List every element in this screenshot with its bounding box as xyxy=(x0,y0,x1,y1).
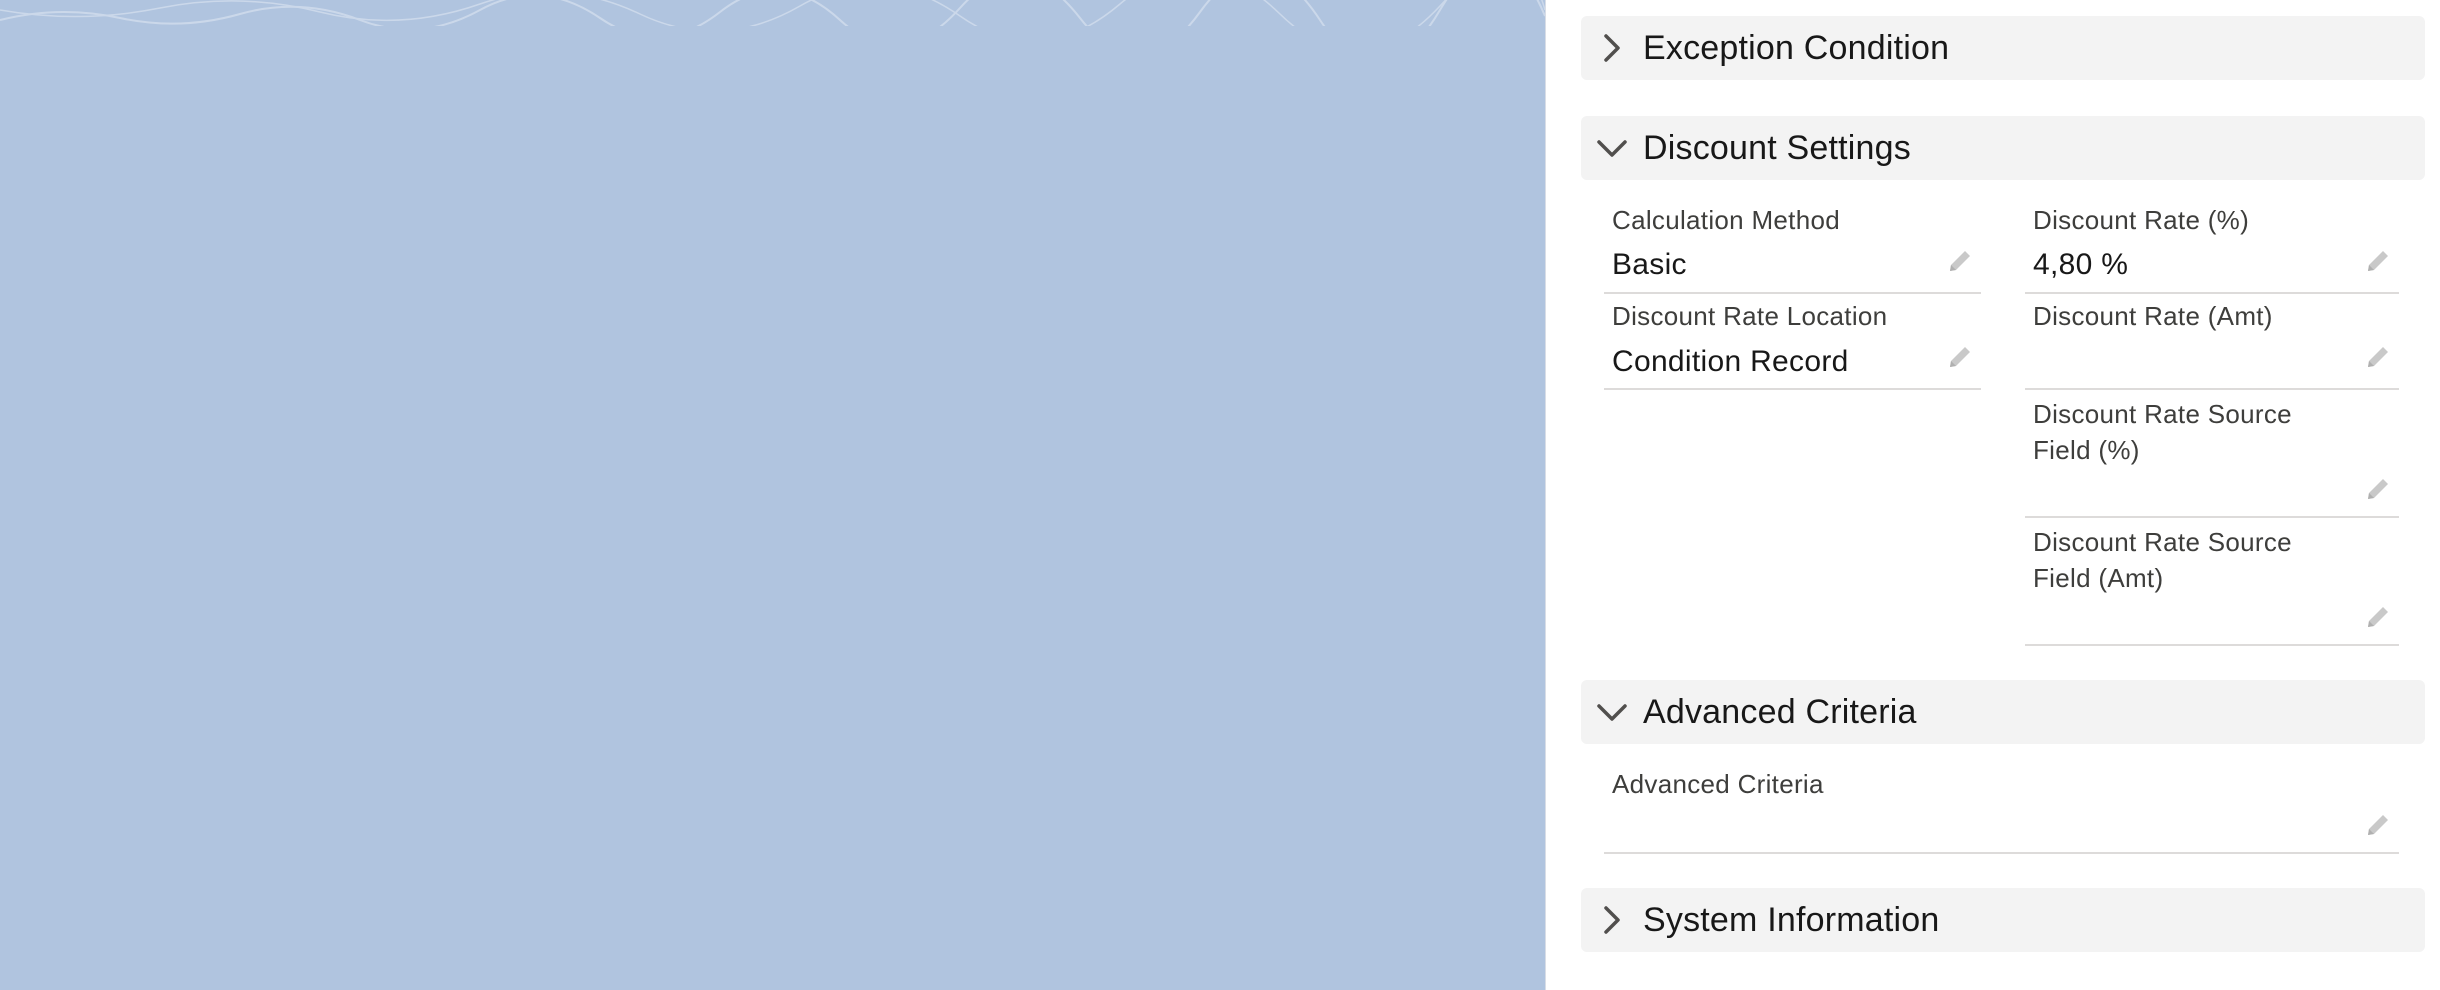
chevron-right-icon xyxy=(1595,31,1629,65)
chevron-right-icon xyxy=(1595,903,1629,937)
field-value: Basic xyxy=(1612,248,1687,281)
section-title: Advanced Criteria xyxy=(1643,692,1917,731)
field-discount-rate-location: Discount Rate Location Condition Record xyxy=(1604,294,1981,390)
pencil-icon[interactable] xyxy=(2363,474,2393,504)
field-value: Condition Record xyxy=(1612,345,1849,378)
background-pattern xyxy=(0,0,1545,26)
field-advanced-criteria: Advanced Criteria xyxy=(1604,760,2399,854)
field-discount-rate-amt: Discount Rate (Amt) xyxy=(2025,294,2399,390)
pencil-icon[interactable] xyxy=(2363,810,2393,840)
field-discount-rate-source-amt: Discount Rate Source Field (Amt) xyxy=(2025,518,2399,646)
chevron-down-icon xyxy=(1595,131,1629,165)
pencil-icon[interactable] xyxy=(1945,342,1975,372)
field-discount-rate-pct: Discount Rate (%) 4,80 % xyxy=(2025,196,2399,294)
pencil-icon[interactable] xyxy=(1945,246,1975,276)
chevron-down-icon xyxy=(1595,695,1629,729)
section-advanced-criteria[interactable]: Advanced Criteria xyxy=(1581,680,2425,744)
section-title: Discount Settings xyxy=(1643,128,1911,167)
field-value: 4,80 % xyxy=(2033,248,2129,281)
field-label: Discount Rate Location xyxy=(1612,301,1888,331)
section-title: System Information xyxy=(1643,900,1940,939)
field-label: Advanced Criteria xyxy=(1612,769,1824,799)
section-discount-settings[interactable]: Discount Settings xyxy=(1581,116,2425,180)
field-label: Calculation Method xyxy=(1612,205,1840,235)
field-label: Discount Rate Source Field (Amt) xyxy=(2033,527,2292,593)
pencil-icon[interactable] xyxy=(2363,602,2393,632)
field-discount-rate-source-pct: Discount Rate Source Field (%) xyxy=(2025,390,2399,518)
section-title: Exception Condition xyxy=(1643,28,1950,67)
field-label: Discount Rate (Amt) xyxy=(2033,301,2273,331)
background-area xyxy=(0,0,1545,990)
record-detail-panel: Exception Condition Discount Settings Ca… xyxy=(1545,0,2440,990)
field-label: Discount Rate (%) xyxy=(2033,205,2250,235)
section-system-information[interactable]: System Information xyxy=(1581,888,2425,952)
pencil-icon[interactable] xyxy=(2363,246,2393,276)
field-label: Discount Rate Source Field (%) xyxy=(2033,399,2292,465)
pencil-icon[interactable] xyxy=(2363,342,2393,372)
field-calculation-method: Calculation Method Basic xyxy=(1604,196,1981,294)
section-exception-condition[interactable]: Exception Condition xyxy=(1581,16,2425,80)
